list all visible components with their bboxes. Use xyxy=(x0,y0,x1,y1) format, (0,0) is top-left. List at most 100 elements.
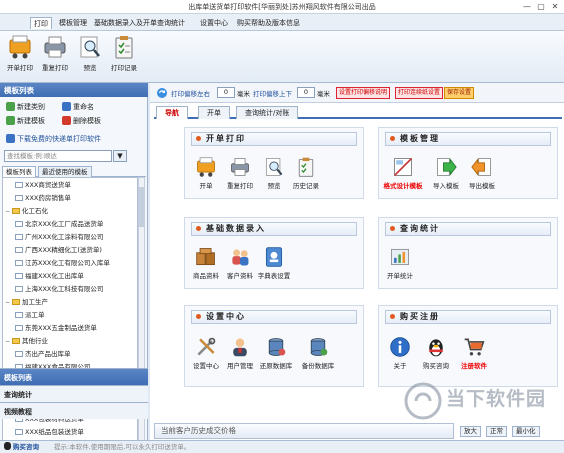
status-bar: 购买咨询 提示:本软件,使用期限后,可以永久打印送货单。 xyxy=(0,440,564,453)
download-link[interactable]: 下载免费的快递单打印软件 xyxy=(6,134,101,145)
tab-query-reconcile[interactable]: 查询统计/对账 xyxy=(236,106,299,119)
tree-label: 北京XXX化工厂成品送货单 xyxy=(25,220,104,228)
magnifier-icon xyxy=(265,158,283,176)
tile-goods[interactable]: 商品资料 xyxy=(189,246,223,288)
export-arrow-icon xyxy=(471,158,491,176)
panel-title: 购买注册 xyxy=(385,310,551,324)
tree-item[interactable]: XXX纸品包装送货单 xyxy=(15,427,84,437)
ribbon-reprint-button[interactable]: 重复打印 xyxy=(39,34,71,80)
continuous-paper-button[interactable]: 打印连续纸设置 xyxy=(395,87,444,99)
delete-icon xyxy=(62,116,71,125)
template-icon xyxy=(15,182,23,188)
folder-icon xyxy=(12,338,20,344)
normal-button[interactable]: 正常 xyxy=(486,426,507,437)
tile-about[interactable]: 关于 xyxy=(383,336,417,378)
template-icon xyxy=(15,286,23,292)
left-right-offset-input[interactable]: 0 xyxy=(217,87,235,98)
info-icon xyxy=(390,337,410,357)
expand-toggle-icon[interactable]: − xyxy=(5,207,12,217)
tile-label: 字典表设置 xyxy=(257,272,291,280)
delete-template-link[interactable]: 删除模板 xyxy=(62,116,101,127)
save-settings-button[interactable]: 保存设置 xyxy=(444,87,475,99)
tree-item[interactable]: 福建XXX化工出库单 xyxy=(15,271,84,281)
refresh-icon[interactable] xyxy=(156,87,168,99)
section-video-tutorial[interactable]: 视频教程 xyxy=(0,402,148,419)
tile-design-template[interactable]: 格式设计模板 xyxy=(383,156,423,198)
tab-recent-templates[interactable]: 最近使用的模板 xyxy=(38,166,92,177)
rename-link[interactable]: 重命名 xyxy=(62,102,94,113)
ribbon-preview-button[interactable]: 预览 xyxy=(74,34,106,80)
tile-export-template[interactable]: 导出模板 xyxy=(465,156,499,198)
tree-category[interactable]: − 加工生产 xyxy=(5,297,48,307)
tile-kaidan[interactable]: 开单 xyxy=(189,156,223,198)
panel-title: 查询统计 xyxy=(385,222,551,236)
tab-kaidan[interactable]: 开单 xyxy=(198,106,230,119)
tree-item[interactable]: XXX商贸送货单 xyxy=(15,180,71,190)
tile-purchase-consult[interactable]: 购买咨询 xyxy=(419,336,453,378)
tab-navigation[interactable]: 导航 xyxy=(156,106,188,119)
minimize-button[interactable]: — xyxy=(520,1,534,12)
section-query-stats[interactable]: 查询统计 xyxy=(0,385,148,402)
tree-label: 杰出产品出库单 xyxy=(25,350,71,358)
top-bottom-offset-input[interactable]: 0 xyxy=(297,87,315,98)
tile-kaidan-stats[interactable]: 开单统计 xyxy=(383,246,417,288)
tile-backup-db[interactable]: 备份数据库 xyxy=(297,336,339,378)
sidebar: 模板列表 新建类别 重命名 新建模板 删除模板 下载免费的快递单打印软件 查找模… xyxy=(0,83,148,445)
tile-dictionary[interactable]: 字典表设置 xyxy=(257,246,291,288)
offset-help-button[interactable]: 设置打印偏移说明 xyxy=(336,87,391,99)
customer-history-price-bar[interactable]: 当前客户历史成交价格 xyxy=(154,423,454,439)
expand-toggle-icon[interactable]: − xyxy=(5,337,12,347)
panel-kaidan-print: 开单打印 开单 重复打印 预览 历史记录 xyxy=(184,127,364,199)
tree-category[interactable]: − 其他行业 xyxy=(5,336,48,346)
new-category-link[interactable]: 新建类别 xyxy=(6,102,45,113)
tile-import-template[interactable]: 导入模板 xyxy=(429,156,463,198)
template-icon xyxy=(15,429,23,435)
tree-item[interactable]: 上海XXX化工科技有限公司 xyxy=(15,284,103,294)
menu-print[interactable]: 打印 xyxy=(30,17,52,29)
enlarge-button[interactable]: 放大 xyxy=(460,426,481,437)
minimize-panel-button[interactable]: 最小化 xyxy=(512,426,540,437)
db-restore-icon xyxy=(268,338,286,356)
template-icon xyxy=(15,247,23,253)
tree-item[interactable]: 北京XXX化工厂成品送货单 xyxy=(15,219,103,229)
tile-reprint[interactable]: 重复打印 xyxy=(223,156,257,198)
tree-item[interactable]: XXX药房销售单 xyxy=(15,193,71,203)
search-dropdown-button[interactable]: ▼ xyxy=(113,150,127,162)
template-search-input[interactable]: 查找模板:例:顺达 xyxy=(4,150,112,162)
tile-customers[interactable]: 客户资料 xyxy=(223,246,257,288)
menu-settings[interactable]: 设置中心 xyxy=(197,17,231,29)
tree-item[interactable]: 广西XXX精细化工(送货单) xyxy=(15,245,102,255)
tile-restore-db[interactable]: 还原数据库 xyxy=(257,336,295,378)
menu-purchase-help[interactable]: 购买帮助及版本信息 xyxy=(234,17,303,29)
template-icon xyxy=(15,351,23,357)
purchase-consult-link[interactable]: 购买咨询 xyxy=(4,441,39,453)
ribbon-print-record-button[interactable]: 打印记录 xyxy=(108,34,140,80)
template-icon xyxy=(15,312,23,318)
ribbon-kaidan-print-button[interactable]: 开单打印 xyxy=(4,34,36,80)
tree-item[interactable]: 江苏XXX化工有限公司入库单 xyxy=(15,258,110,268)
tile-preview[interactable]: 预览 xyxy=(257,156,291,198)
tree-item[interactable]: 东莞XXX五金制品送货单 xyxy=(15,323,97,333)
tree-item[interactable]: 杰出产品出库单 xyxy=(15,349,71,359)
tree-scrollbar-thumb[interactable] xyxy=(139,187,144,227)
menu-data-entry[interactable]: 基础数据录入及开单查询统计 xyxy=(91,17,188,29)
menu-template-manage[interactable]: 模板管理 xyxy=(56,17,90,29)
tile-register-software[interactable]: 注册软件 xyxy=(457,336,491,378)
menu-bar: 打印 模板管理 基础数据录入及开单查询统计 设置中心 购买帮助及版本信息 xyxy=(0,14,564,31)
tree-tabs: 模板列表 最近使用的模板 xyxy=(2,166,146,177)
new-template-link[interactable]: 新建模板 xyxy=(6,116,45,127)
tile-settings[interactable]: 设置中心 xyxy=(189,336,223,378)
tab-template-list[interactable]: 模板列表 xyxy=(2,166,36,177)
section-template-list[interactable]: 模板列表 xyxy=(0,368,148,385)
tree-label: 派工单 xyxy=(25,311,45,319)
db-backup-icon xyxy=(310,338,328,356)
maximize-button[interactable]: ▢ xyxy=(534,1,548,12)
tree-category[interactable]: − 化工石化 xyxy=(5,206,48,216)
expand-toggle-icon[interactable]: − xyxy=(5,298,12,308)
panel-title: 开单打印 xyxy=(191,132,357,146)
tile-user-manage[interactable]: 用户管理 xyxy=(223,336,257,378)
tree-item[interactable]: 广州XXX化工涂料有限公司 xyxy=(15,232,103,242)
tile-history[interactable]: 历史记录 xyxy=(289,156,323,198)
tree-item[interactable]: 派工单 xyxy=(15,310,45,320)
close-button[interactable]: ✕ xyxy=(548,1,562,12)
